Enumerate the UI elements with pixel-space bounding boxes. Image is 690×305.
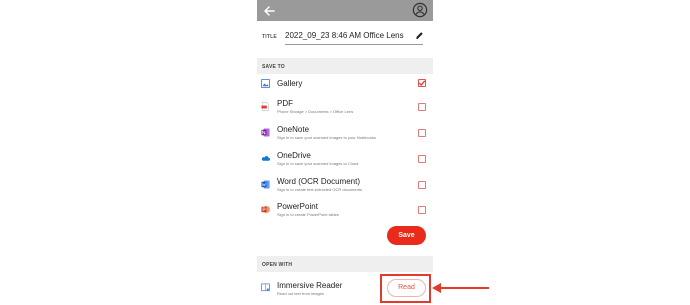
save-option-name: PDF <box>277 99 293 108</box>
account-circle-icon[interactable] <box>412 2 428 18</box>
arrow-left-icon[interactable] <box>261 3 277 19</box>
word-icon <box>261 180 270 189</box>
pencil-icon[interactable] <box>415 31 424 40</box>
save-option-name: OneNote <box>277 125 310 134</box>
save-option-name: Gallery <box>277 79 303 88</box>
save-to-header-label: SAVE TO <box>262 64 285 70</box>
save-button[interactable]: Save <box>387 226 426 245</box>
powerpoint-icon <box>261 205 270 214</box>
onedrive-icon <box>261 156 270 161</box>
save-option-name: Word (OCR Document) <box>277 177 360 186</box>
save-option-subtitle: Sign in to save your scanned images to C… <box>277 161 359 166</box>
pdf-checkbox[interactable] <box>418 103 426 111</box>
open-with-header: OPEN WITH <box>257 256 433 272</box>
onenote-icon <box>261 128 270 137</box>
save-option-subtitle: Sign in to create PowerPoint slides <box>277 212 339 217</box>
save-option-pdf[interactable]: PDF Phone Storage > Documents > Office L… <box>257 97 433 121</box>
pdf-icon <box>261 102 269 111</box>
check-icon <box>418 80 426 86</box>
save-option-word[interactable]: Word (OCR Document) Sign in to create te… <box>257 175 433 199</box>
highlight-box <box>380 274 431 303</box>
onenote-checkbox[interactable] <box>418 129 426 137</box>
save-option-name: PowerPoint <box>277 202 318 211</box>
save-option-onenote[interactable]: OneNote Sign in to save your scanned ima… <box>257 123 433 147</box>
title-underline <box>285 44 423 45</box>
title-label: TITLE <box>262 34 277 40</box>
top-app-bar <box>257 0 433 21</box>
save-option-powerpoint[interactable]: PowerPoint Sign in to create PowerPoint … <box>257 200 433 224</box>
save-option-gallery[interactable]: Gallery <box>257 75 433 99</box>
save-option-subtitle: Phone Storage > Documents > Office Lens <box>277 109 354 114</box>
save-option-subtitle: Sign in to save your scanned images to y… <box>277 135 376 140</box>
title-input[interactable]: 2022_09_23 8:46 AM Office Lens <box>285 31 413 40</box>
save-to-header: SAVE TO <box>257 58 433 74</box>
office-lens-save-screen: TITLE 2022_09_23 8:46 AM Office Lens SAV… <box>257 0 433 305</box>
onedrive-checkbox[interactable] <box>418 155 426 163</box>
save-option-onedrive[interactable]: OneDrive Sign in to save your scanned im… <box>257 149 433 173</box>
arrow-left-pointer-icon <box>432 283 489 293</box>
gallery-checkbox[interactable] <box>418 79 426 87</box>
open-with-header-label: OPEN WITH <box>262 262 293 268</box>
gallery-icon <box>261 79 270 88</box>
save-option-subtitle: Sign in to create text-extracted OCR doc… <box>277 187 362 192</box>
title-field-row: TITLE 2022_09_23 8:46 AM Office Lens <box>257 28 433 48</box>
open-with-app-subtitle: Read out text from images <box>277 291 324 296</box>
word-checkbox[interactable] <box>418 181 426 189</box>
open-with-app-name: Immersive Reader <box>277 281 343 290</box>
save-option-name: OneDrive <box>277 151 311 160</box>
immersive-reader-icon <box>261 283 270 292</box>
powerpoint-checkbox[interactable] <box>418 206 426 214</box>
